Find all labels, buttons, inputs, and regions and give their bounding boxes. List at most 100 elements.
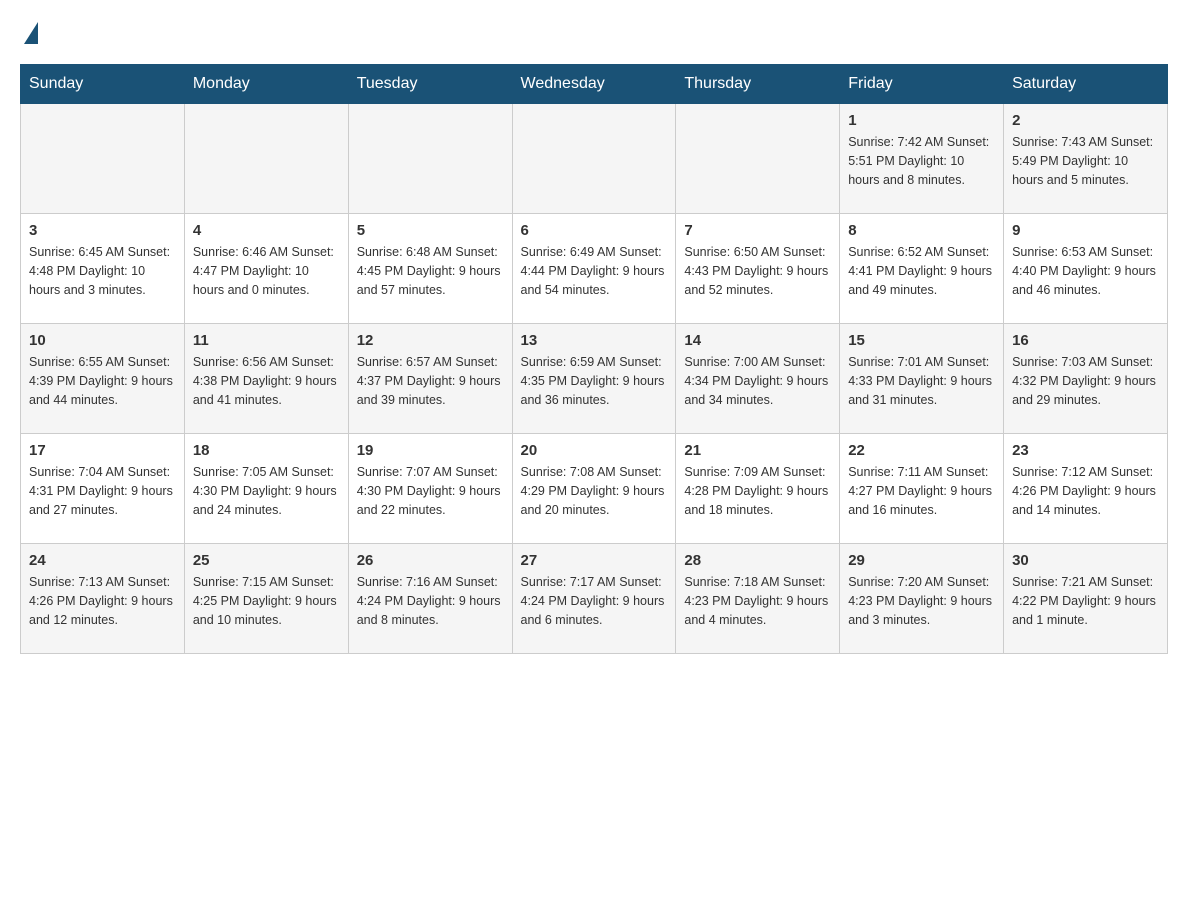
header-thursday: Thursday — [676, 65, 840, 104]
day-info: Sunrise: 7:15 AM Sunset: 4:25 PM Dayligh… — [193, 573, 340, 629]
day-info: Sunrise: 7:17 AM Sunset: 4:24 PM Dayligh… — [521, 573, 668, 629]
day-number: 5 — [357, 222, 504, 239]
day-cell: 5Sunrise: 6:48 AM Sunset: 4:45 PM Daylig… — [348, 214, 512, 324]
day-info: Sunrise: 7:43 AM Sunset: 5:49 PM Dayligh… — [1012, 133, 1159, 189]
day-cell — [512, 104, 676, 214]
day-number: 8 — [848, 222, 995, 239]
day-number: 6 — [521, 222, 668, 239]
week-row-0: 1 Sunrise: 7:42 AM Sunset: 5:51 PM Daylig… — [21, 104, 1168, 214]
day-info: Sunrise: 7:12 AM Sunset: 4:26 PM Dayligh… — [1012, 463, 1159, 519]
day-number: 20 — [521, 442, 668, 459]
day-cell: 6 Sunrise: 6:49 AM Sunset: 4:44 PM Daylig… — [512, 214, 676, 324]
day-cell: 22 Sunrise: 7:11 AM Sunset: 4:27 PM Dayli… — [840, 434, 1004, 544]
day-info: Sunrise: 7:08 AM Sunset: 4:29 PM Dayligh… — [521, 463, 668, 519]
day-info: Sunrise: 6:49 AM Sunset: 4:44 PM Dayligh… — [521, 243, 668, 299]
day-cell: 21Sunrise: 7:09 AM Sunset: 4:28 PM Dayli… — [676, 434, 840, 544]
day-info: Sunrise: 7:13 AM Sunset: 4:26 PM Dayligh… — [29, 573, 176, 629]
day-number: 13 — [521, 332, 668, 349]
day-cell: 18 Sunrise: 7:05 AM Sunset: 4:30 PM Dayli… — [184, 434, 348, 544]
day-cell: 8 Sunrise: 6:52 AM Sunset: 4:41 PM Daylig… — [840, 214, 1004, 324]
day-number: 12 — [357, 332, 504, 349]
day-cell: 30 Sunrise: 7:21 AM Sunset: 4:22 PM Dayli… — [1004, 544, 1168, 654]
day-cell: 17Sunrise: 7:04 AM Sunset: 4:31 PM Dayli… — [21, 434, 185, 544]
day-number: 22 — [848, 442, 995, 459]
week-row-4: 24 Sunrise: 7:13 AM Sunset: 4:26 PM Dayli… — [21, 544, 1168, 654]
day-info: Sunrise: 7:18 AM Sunset: 4:23 PM Dayligh… — [684, 573, 831, 629]
day-number: 23 — [1012, 442, 1159, 459]
day-info: Sunrise: 6:50 AM Sunset: 4:43 PM Dayligh… — [684, 243, 831, 299]
header-sunday: Sunday — [21, 65, 185, 104]
day-number: 18 — [193, 442, 340, 459]
header-wednesday: Wednesday — [512, 65, 676, 104]
day-number: 14 — [684, 332, 831, 349]
day-info: Sunrise: 7:03 AM Sunset: 4:32 PM Dayligh… — [1012, 353, 1159, 409]
day-cell: 16 Sunrise: 7:03 AM Sunset: 4:32 PM Dayli… — [1004, 324, 1168, 434]
day-info: Sunrise: 7:05 AM Sunset: 4:30 PM Dayligh… — [193, 463, 340, 519]
day-cell: 29 Sunrise: 7:20 AM Sunset: 4:23 PM Dayli… — [840, 544, 1004, 654]
day-info: Sunrise: 7:11 AM Sunset: 4:27 PM Dayligh… — [848, 463, 995, 519]
day-cell: 20 Sunrise: 7:08 AM Sunset: 4:29 PM Dayli… — [512, 434, 676, 544]
day-info: Sunrise: 6:59 AM Sunset: 4:35 PM Dayligh… — [521, 353, 668, 409]
day-cell: 23 Sunrise: 7:12 AM Sunset: 4:26 PM Dayli… — [1004, 434, 1168, 544]
day-info: Sunrise: 6:45 AM Sunset: 4:48 PM Dayligh… — [29, 243, 176, 299]
day-info: Sunrise: 7:01 AM Sunset: 4:33 PM Dayligh… — [848, 353, 995, 409]
day-info: Sunrise: 7:20 AM Sunset: 4:23 PM Dayligh… — [848, 573, 995, 629]
day-number: 1 — [848, 112, 995, 129]
day-cell: 24 Sunrise: 7:13 AM Sunset: 4:26 PM Dayli… — [21, 544, 185, 654]
week-row-1: 3 Sunrise: 6:45 AM Sunset: 4:48 PM Daylig… — [21, 214, 1168, 324]
day-info: Sunrise: 7:16 AM Sunset: 4:24 PM Dayligh… — [357, 573, 504, 629]
day-cell — [348, 104, 512, 214]
day-number: 21 — [684, 442, 831, 459]
day-cell: 9 Sunrise: 6:53 AM Sunset: 4:40 PM Daylig… — [1004, 214, 1168, 324]
page-header — [20, 20, 1168, 44]
day-number: 7 — [684, 222, 831, 239]
day-cell: 25 Sunrise: 7:15 AM Sunset: 4:25 PM Dayli… — [184, 544, 348, 654]
day-cell: 11Sunrise: 6:56 AM Sunset: 4:38 PM Dayli… — [184, 324, 348, 434]
day-info: Sunrise: 7:21 AM Sunset: 4:22 PM Dayligh… — [1012, 573, 1159, 629]
day-info: Sunrise: 6:46 AM Sunset: 4:47 PM Dayligh… — [193, 243, 340, 299]
day-info: Sunrise: 6:55 AM Sunset: 4:39 PM Dayligh… — [29, 353, 176, 409]
logo-triangle-icon — [24, 22, 38, 44]
day-cell — [21, 104, 185, 214]
day-number: 10 — [29, 332, 176, 349]
day-info: Sunrise: 7:42 AM Sunset: 5:51 PM Dayligh… — [848, 133, 995, 189]
header-friday: Friday — [840, 65, 1004, 104]
day-cell: 13 Sunrise: 6:59 AM Sunset: 4:35 PM Dayli… — [512, 324, 676, 434]
day-number: 3 — [29, 222, 176, 239]
day-number: 30 — [1012, 552, 1159, 569]
day-cell: 3 Sunrise: 6:45 AM Sunset: 4:48 PM Daylig… — [21, 214, 185, 324]
day-number: 9 — [1012, 222, 1159, 239]
day-info: Sunrise: 6:57 AM Sunset: 4:37 PM Dayligh… — [357, 353, 504, 409]
header-tuesday: Tuesday — [348, 65, 512, 104]
week-row-2: 10 Sunrise: 6:55 AM Sunset: 4:39 PM Dayli… — [21, 324, 1168, 434]
day-number: 27 — [521, 552, 668, 569]
day-info: Sunrise: 7:07 AM Sunset: 4:30 PM Dayligh… — [357, 463, 504, 519]
day-cell: 14Sunrise: 7:00 AM Sunset: 4:34 PM Dayli… — [676, 324, 840, 434]
day-number: 26 — [357, 552, 504, 569]
day-number: 24 — [29, 552, 176, 569]
day-number: 25 — [193, 552, 340, 569]
logo — [20, 20, 38, 44]
day-number: 4 — [193, 222, 340, 239]
day-cell — [676, 104, 840, 214]
day-number: 15 — [848, 332, 995, 349]
calendar-table: SundayMondayTuesdayWednesdayThursdayFrid… — [20, 64, 1168, 654]
day-number: 19 — [357, 442, 504, 459]
day-cell: 19 Sunrise: 7:07 AM Sunset: 4:30 PM Dayli… — [348, 434, 512, 544]
day-number: 16 — [1012, 332, 1159, 349]
day-info: Sunrise: 6:53 AM Sunset: 4:40 PM Dayligh… — [1012, 243, 1159, 299]
day-cell: 28Sunrise: 7:18 AM Sunset: 4:23 PM Dayli… — [676, 544, 840, 654]
day-number: 29 — [848, 552, 995, 569]
day-cell: 4 Sunrise: 6:46 AM Sunset: 4:47 PM Daylig… — [184, 214, 348, 324]
calendar-header-row: SundayMondayTuesdayWednesdayThursdayFrid… — [21, 65, 1168, 104]
day-number: 2 — [1012, 112, 1159, 129]
day-info: Sunrise: 6:52 AM Sunset: 4:41 PM Dayligh… — [848, 243, 995, 299]
day-info: Sunrise: 6:56 AM Sunset: 4:38 PM Dayligh… — [193, 353, 340, 409]
week-row-3: 17Sunrise: 7:04 AM Sunset: 4:31 PM Dayli… — [21, 434, 1168, 544]
day-info: Sunrise: 7:04 AM Sunset: 4:31 PM Dayligh… — [29, 463, 176, 519]
header-monday: Monday — [184, 65, 348, 104]
day-cell — [184, 104, 348, 214]
day-cell: 26 Sunrise: 7:16 AM Sunset: 4:24 PM Dayli… — [348, 544, 512, 654]
day-cell: 27 Sunrise: 7:17 AM Sunset: 4:24 PM Dayli… — [512, 544, 676, 654]
day-cell: 12 Sunrise: 6:57 AM Sunset: 4:37 PM Dayli… — [348, 324, 512, 434]
